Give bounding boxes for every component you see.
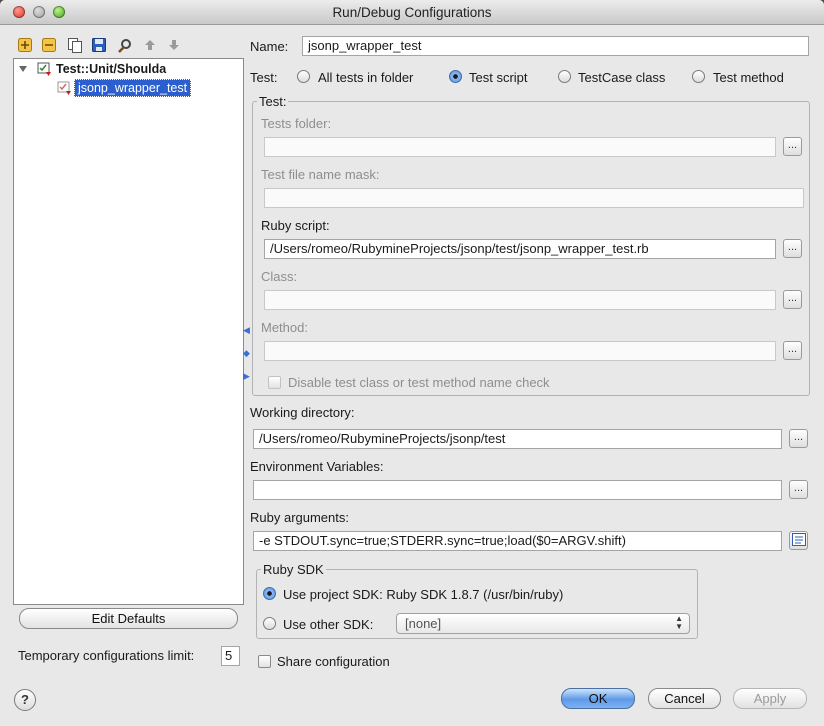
expand-arguments-button[interactable] bbox=[789, 531, 808, 550]
use-project-sdk-label: Use project SDK: Ruby SDK 1.8.7 (/usr/bi… bbox=[283, 587, 564, 602]
test-unit-config-icon bbox=[37, 61, 53, 80]
radio-test-script[interactable] bbox=[449, 70, 462, 83]
name-input[interactable]: jsonp_wrapper_test bbox=[302, 36, 809, 56]
temp-config-limit-label: Temporary configurations limit: bbox=[18, 648, 195, 663]
radio-use-project-sdk[interactable] bbox=[263, 587, 276, 600]
ruby-arguments-input[interactable]: -e STDOUT.sync=true;STDERR.sync=true;loa… bbox=[253, 531, 782, 551]
disable-name-check-label: Disable test class or test method name c… bbox=[288, 375, 550, 390]
name-label: Name: bbox=[250, 39, 289, 54]
move-up-icon[interactable] bbox=[142, 37, 158, 53]
close-window-icon[interactable] bbox=[13, 6, 25, 18]
tests-folder-browse-button[interactable]: ... bbox=[783, 137, 802, 156]
cancel-button[interactable]: Cancel bbox=[648, 688, 721, 709]
move-down-icon[interactable] bbox=[166, 37, 182, 53]
ruby-sdk-group-title: Ruby SDK bbox=[261, 562, 326, 577]
minimize-window-icon[interactable] bbox=[33, 6, 45, 18]
working-directory-input[interactable]: /Users/romeo/RubymineProjects/jsonp/test bbox=[253, 429, 782, 449]
edit-defaults-icon[interactable] bbox=[117, 37, 133, 53]
working-directory-browse-button[interactable]: ... bbox=[789, 429, 808, 448]
disable-name-check-checkbox[interactable] bbox=[268, 376, 281, 389]
splitter-handle-icon[interactable]: ◆ bbox=[243, 348, 250, 371]
working-directory-label: Working directory: bbox=[250, 405, 355, 420]
radio-test-method-label: Test method bbox=[713, 70, 784, 85]
radio-test-method[interactable] bbox=[692, 70, 705, 83]
configuration-tree[interactable]: Test::Unit/Shoulda jsonp_wrapper_test bbox=[13, 58, 244, 605]
ruby-script-input[interactable]: /Users/romeo/RubymineProjects/jsonp/test… bbox=[264, 239, 776, 259]
radio-all-tests-in-folder[interactable] bbox=[297, 70, 310, 83]
other-sdk-select[interactable]: [none] ▲ ▼ bbox=[396, 613, 690, 634]
ruby-script-browse-button[interactable]: ... bbox=[783, 239, 802, 258]
splitter[interactable]: ◀ ◆ ▶ bbox=[243, 325, 250, 394]
class-browse-button[interactable]: ... bbox=[783, 290, 802, 309]
temp-config-limit-input[interactable]: 5 bbox=[221, 646, 240, 666]
apply-button[interactable]: Apply bbox=[733, 688, 807, 709]
method-label: Method: bbox=[261, 320, 308, 335]
class-input[interactable] bbox=[264, 290, 776, 310]
other-sdk-value: [none] bbox=[405, 616, 442, 631]
share-configuration-label: Share configuration bbox=[277, 654, 390, 669]
copy-icon[interactable] bbox=[67, 37, 83, 53]
use-other-sdk-label: Use other SDK: bbox=[283, 617, 374, 632]
test-group-title: Test: bbox=[257, 94, 289, 109]
window-title: Run/Debug Configurations bbox=[332, 5, 492, 20]
zoom-window-icon[interactable] bbox=[53, 6, 65, 18]
env-variables-input[interactable] bbox=[253, 480, 782, 500]
collapse-right-icon[interactable]: ▶ bbox=[243, 371, 250, 394]
test-config-icon bbox=[57, 80, 73, 99]
radio-use-other-sdk[interactable] bbox=[263, 617, 276, 630]
method-input[interactable] bbox=[264, 341, 776, 361]
method-browse-button[interactable]: ... bbox=[783, 341, 802, 360]
help-button[interactable]: ? bbox=[14, 689, 36, 711]
tests-folder-label: Tests folder: bbox=[261, 116, 332, 131]
tree-node-test-unit[interactable]: Test::Unit/Shoulda bbox=[56, 62, 166, 76]
test-type-label: Test: bbox=[250, 70, 278, 85]
expand-text-icon bbox=[791, 533, 806, 546]
file-mask-label: Test file name mask: bbox=[261, 167, 380, 182]
tests-folder-input[interactable] bbox=[264, 137, 776, 157]
tree-expand-icon[interactable] bbox=[18, 63, 28, 77]
edit-defaults-button[interactable]: Edit Defaults bbox=[19, 608, 238, 629]
title-bar: Run/Debug Configurations bbox=[0, 0, 824, 25]
file-mask-input[interactable] bbox=[264, 188, 804, 208]
env-variables-label: Environment Variables: bbox=[250, 459, 384, 474]
run-debug-dialog: Run/Debug Configurations Test::Unit/Shou… bbox=[0, 0, 824, 726]
select-arrows-icon: ▲ ▼ bbox=[675, 614, 683, 631]
tree-node-jsonp-wrapper-test[interactable]: jsonp_wrapper_test bbox=[74, 79, 192, 97]
add-icon[interactable] bbox=[17, 37, 33, 53]
collapse-left-icon[interactable]: ◀ bbox=[243, 325, 250, 348]
radio-testcase-class-label: TestCase class bbox=[578, 70, 666, 85]
remove-icon[interactable] bbox=[41, 37, 57, 53]
ok-button[interactable]: OK bbox=[561, 688, 635, 709]
radio-testcase-class[interactable] bbox=[558, 70, 571, 83]
radio-test-script-label: Test script bbox=[469, 70, 528, 85]
share-configuration-checkbox[interactable] bbox=[258, 655, 271, 668]
class-label: Class: bbox=[261, 269, 298, 284]
ruby-arguments-label: Ruby arguments: bbox=[250, 510, 349, 525]
ruby-script-label: Ruby script: bbox=[261, 218, 330, 233]
save-icon[interactable] bbox=[91, 37, 107, 53]
radio-all-tests-label: All tests in folder bbox=[318, 70, 414, 85]
env-variables-browse-button[interactable]: ... bbox=[789, 480, 808, 499]
